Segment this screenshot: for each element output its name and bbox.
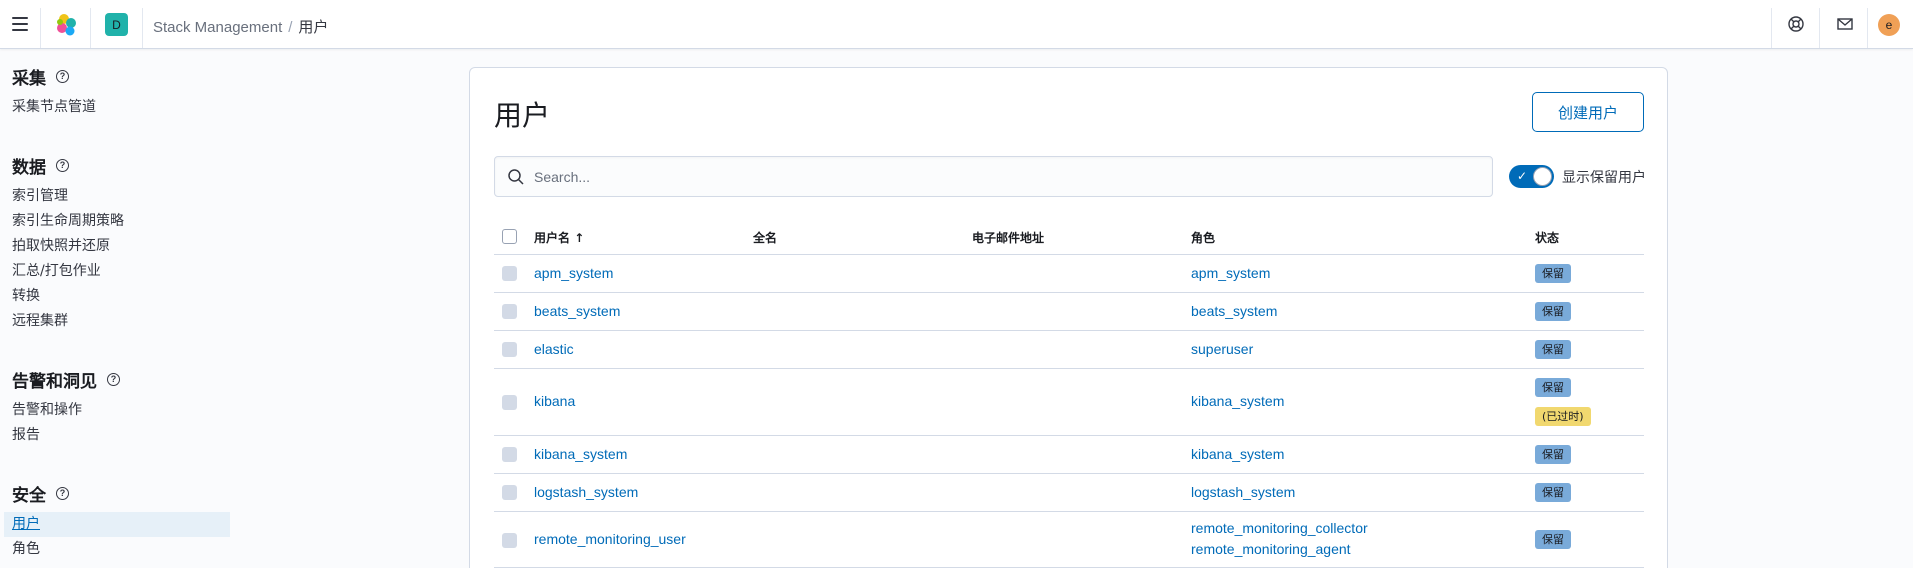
row-checkbox[interactable] — [502, 342, 517, 357]
table-row: logstash_system logstash_system 保留 — [494, 474, 1644, 512]
toggle-knob — [1533, 167, 1552, 186]
role-link[interactable]: logstash_system — [1191, 484, 1295, 500]
role-link[interactable]: beats_system — [1191, 303, 1277, 319]
newsfeed-mail-icon[interactable] — [1836, 15, 1854, 33]
sidebar-item-rollup-jobs[interactable]: 汇总/打包作业 — [12, 259, 124, 284]
table-header: 用户名 ↑ 全名 电子邮件地址 角色 状态 — [494, 218, 1644, 255]
reserved-badge: 保留 — [1535, 378, 1571, 397]
table-row: kibana_system kibana_system 保留 — [494, 436, 1644, 474]
username-link[interactable]: apm_system — [534, 265, 613, 281]
table-row: kibana kibana_system 保留 (已过时) — [494, 369, 1644, 436]
role-link[interactable]: superuser — [1191, 341, 1253, 357]
reserved-badge: 保留 — [1535, 340, 1571, 359]
sidebar-item-ilm-policies[interactable]: 索引生命周期策略 — [12, 209, 124, 234]
breadcrumb: Stack Management / 用户 — [153, 16, 328, 37]
divider — [90, 8, 91, 48]
menu-icon[interactable] — [12, 17, 28, 31]
username-link[interactable]: remote_monitoring_user — [534, 531, 686, 547]
reserved-badge: 保留 — [1535, 445, 1571, 464]
search-bar — [494, 156, 1493, 197]
sidebar-item-alerts-actions[interactable]: 告警和操作 — [12, 398, 120, 423]
sidebar-item-transforms[interactable]: 转换 — [12, 284, 124, 309]
breadcrumb-current: 用户 — [298, 19, 329, 36]
sidebar-item-roles[interactable]: 角色 — [12, 537, 230, 562]
sidebar-item-ingest-pipelines[interactable]: 采集节点管道 — [12, 95, 96, 120]
sidebar-item-remote-clusters[interactable]: 远程集群 — [12, 309, 124, 334]
sidebar-section-title: 数据? — [12, 153, 124, 178]
username-link[interactable]: elastic — [534, 341, 574, 357]
help-question-icon: ? — [107, 372, 120, 386]
username-link[interactable]: logstash_system — [534, 484, 638, 500]
sidebar-section-data: 数据? 索引管理 索引生命周期策略 拍取快照并还原 汇总/打包作业 转换 远程集… — [12, 153, 124, 334]
column-header-username[interactable]: 用户名 ↑ — [534, 229, 584, 246]
help-icon[interactable] — [1787, 15, 1805, 33]
sort-ascending-icon: ↑ — [574, 231, 585, 245]
elastic-logo-icon[interactable] — [55, 13, 79, 37]
column-header-roles: 角色 — [1191, 231, 1216, 245]
sidebar-item-users[interactable]: 用户 — [4, 512, 230, 537]
table-row: beats_system beats_system 保留 — [494, 293, 1644, 331]
create-user-button[interactable]: 创建用户 — [1532, 92, 1644, 132]
breadcrumb-separator: / — [288, 19, 293, 36]
reserved-badge: 保留 — [1535, 264, 1571, 283]
top-header: D Stack Management / 用户 e — [0, 0, 1913, 49]
column-header-status: 状态 — [1535, 231, 1560, 245]
user-avatar[interactable]: e — [1878, 14, 1900, 36]
show-reserved-users-toggle[interactable]: ✓ — [1509, 165, 1554, 188]
breadcrumb-stack-management[interactable]: Stack Management — [153, 19, 282, 36]
row-checkbox[interactable] — [502, 447, 517, 462]
space-avatar[interactable]: D — [105, 13, 128, 36]
sidebar-item-index-management[interactable]: 索引管理 — [12, 184, 124, 209]
username-link[interactable]: kibana — [534, 393, 575, 409]
toggle-label: 显示保留用户 — [1562, 170, 1646, 186]
help-question-icon: ? — [56, 69, 69, 83]
role-link[interactable]: apm_system — [1191, 265, 1270, 281]
table-row: remote_monitoring_user remote_monitoring… — [494, 512, 1644, 568]
username-link[interactable]: kibana_system — [534, 446, 627, 462]
select-all-checkbox[interactable] — [502, 229, 517, 244]
page-title: 用户 — [494, 99, 551, 132]
divider — [40, 8, 41, 48]
search-input[interactable] — [534, 157, 1484, 196]
sidebar-item-snapshot-restore[interactable]: 拍取快照并还原 — [12, 234, 124, 259]
users-table: 用户名 ↑ 全名 电子邮件地址 角色 状态 apm_system apm_sys… — [494, 218, 1644, 568]
reserved-badge: 保留 — [1535, 483, 1571, 502]
sidebar-section-title: 采集? — [12, 64, 96, 89]
sidebar-nav: 采集? 采集节点管道 数据? 索引管理 索引生命周期策略 拍取快照并还原 汇总/… — [0, 49, 240, 568]
role-link[interactable]: remote_monitoring_agent — [1191, 541, 1351, 557]
search-icon — [508, 169, 524, 185]
help-question-icon: ? — [56, 158, 69, 172]
divider — [1867, 8, 1868, 48]
sidebar-section-title: 安全? — [12, 481, 230, 506]
divider — [1771, 8, 1772, 48]
row-checkbox[interactable] — [502, 533, 517, 548]
row-checkbox[interactable] — [502, 304, 517, 319]
role-link[interactable]: remote_monitoring_collector — [1191, 520, 1368, 536]
divider — [142, 8, 143, 48]
help-question-icon: ? — [56, 486, 69, 500]
users-panel: 用户 创建用户 ✓ 显示保留用户 用户名 ↑ 全名 电子邮件地址 角色 状态 a… — [469, 67, 1668, 568]
row-checkbox[interactable] — [502, 395, 517, 410]
check-icon: ✓ — [1517, 169, 1528, 183]
role-link[interactable]: kibana_system — [1191, 446, 1284, 462]
row-checkbox[interactable] — [502, 266, 517, 281]
column-header-email[interactable]: 电子邮件地址 — [972, 229, 1044, 246]
reserved-badge: 保留 — [1535, 302, 1571, 321]
sidebar-section-alerts: 告警和洞见? 告警和操作 报告 — [12, 367, 120, 448]
sidebar-section-title: 告警和洞见? — [12, 367, 120, 392]
column-header-full-name[interactable]: 全名 — [753, 229, 777, 246]
row-checkbox[interactable] — [502, 485, 517, 500]
reserved-badge: 保留 — [1535, 530, 1571, 549]
role-link[interactable]: kibana_system — [1191, 393, 1284, 409]
deprecated-badge: (已过时) — [1535, 407, 1591, 426]
table-row: elastic superuser 保留 — [494, 331, 1644, 369]
username-link[interactable]: beats_system — [534, 303, 620, 319]
table-row: apm_system apm_system 保留 — [494, 255, 1644, 293]
sidebar-section-security: 安全? 用户 角色 — [4, 481, 230, 562]
sidebar-section-ingest: 采集? 采集节点管道 — [12, 64, 96, 120]
sidebar-item-reporting[interactable]: 报告 — [12, 423, 120, 448]
divider — [1819, 8, 1820, 48]
